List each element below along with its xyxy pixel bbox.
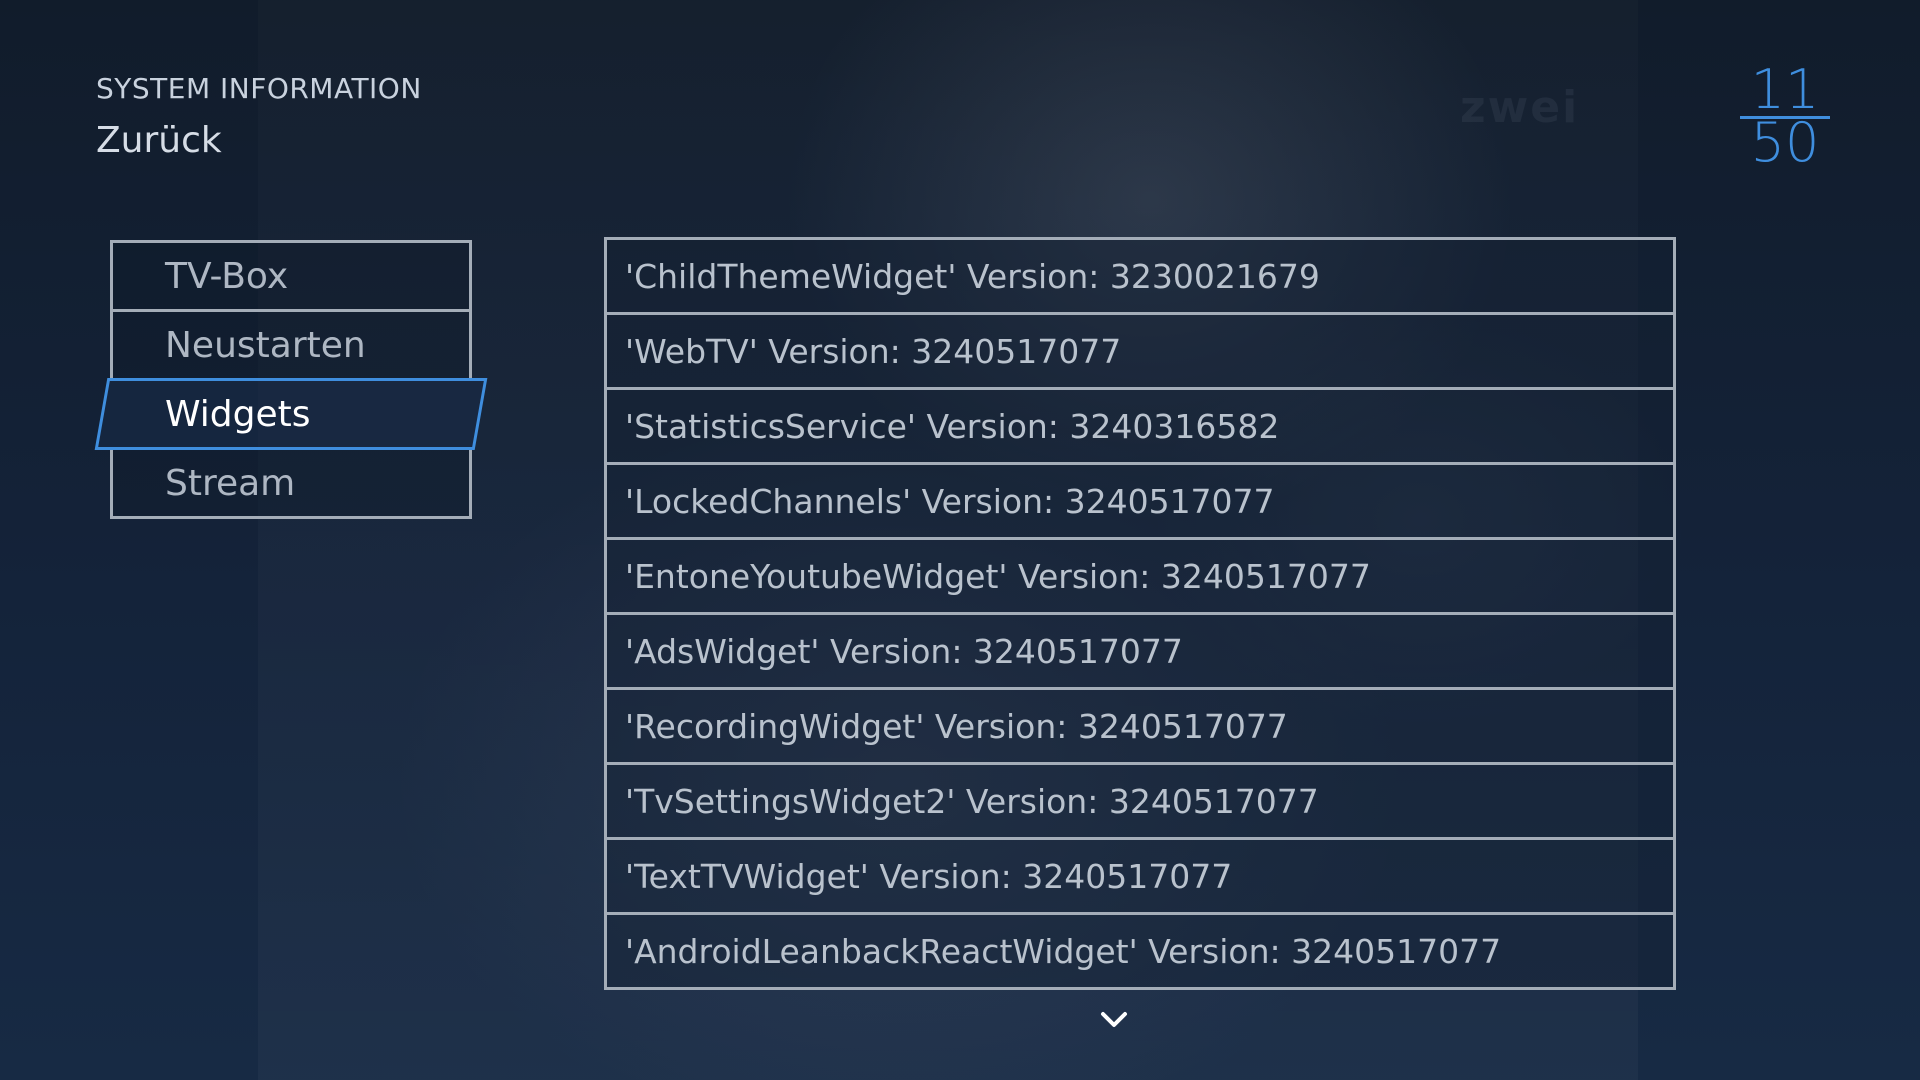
page-subtitle: SYSTEM INFORMATION [96,72,422,105]
back-button[interactable]: Zurück [96,120,222,161]
chevron-down-icon[interactable] [1098,1006,1130,1034]
list-item[interactable]: 'TextTVWidget' Version: 3240517077 [604,837,1676,915]
menu-item-stream[interactable]: Stream [110,447,472,519]
menu-item-neustarten[interactable]: Neustarten [110,309,472,381]
list-item[interactable]: 'TvSettingsWidget2' Version: 3240517077 [604,762,1676,840]
list-item[interactable]: 'EntoneYoutubeWidget' Version: 324051707… [604,537,1676,615]
widget-version-list: 'ChildThemeWidget' Version: 3230021679 '… [604,237,1676,990]
list-item[interactable]: 'AndroidLeanbackReactWidget' Version: 32… [604,912,1676,990]
tv-screen: zwei SYSTEM INFORMATION Zurück 11 50 TV-… [0,0,1920,1080]
channel-watermark: zwei [1460,82,1580,133]
menu-item-widgets[interactable]: Widgets [110,378,472,450]
list-item[interactable]: 'WebTV' Version: 3240517077 [604,312,1676,390]
list-item[interactable]: 'StatisticsService' Version: 3240316582 [604,387,1676,465]
list-item[interactable]: 'LockedChannels' Version: 3240517077 [604,462,1676,540]
clock: 11 50 [1740,63,1830,174]
list-item[interactable]: 'AdsWidget' Version: 3240517077 [604,612,1676,690]
menu-item-tv-box[interactable]: TV-Box [110,240,472,312]
settings-menu: TV-Box Neustarten Widgets Stream [110,240,472,519]
list-item[interactable]: 'RecordingWidget' Version: 3240517077 [604,687,1676,765]
list-item[interactable]: 'ChildThemeWidget' Version: 3230021679 [604,237,1676,315]
clock-minutes: 50 [1750,111,1820,174]
